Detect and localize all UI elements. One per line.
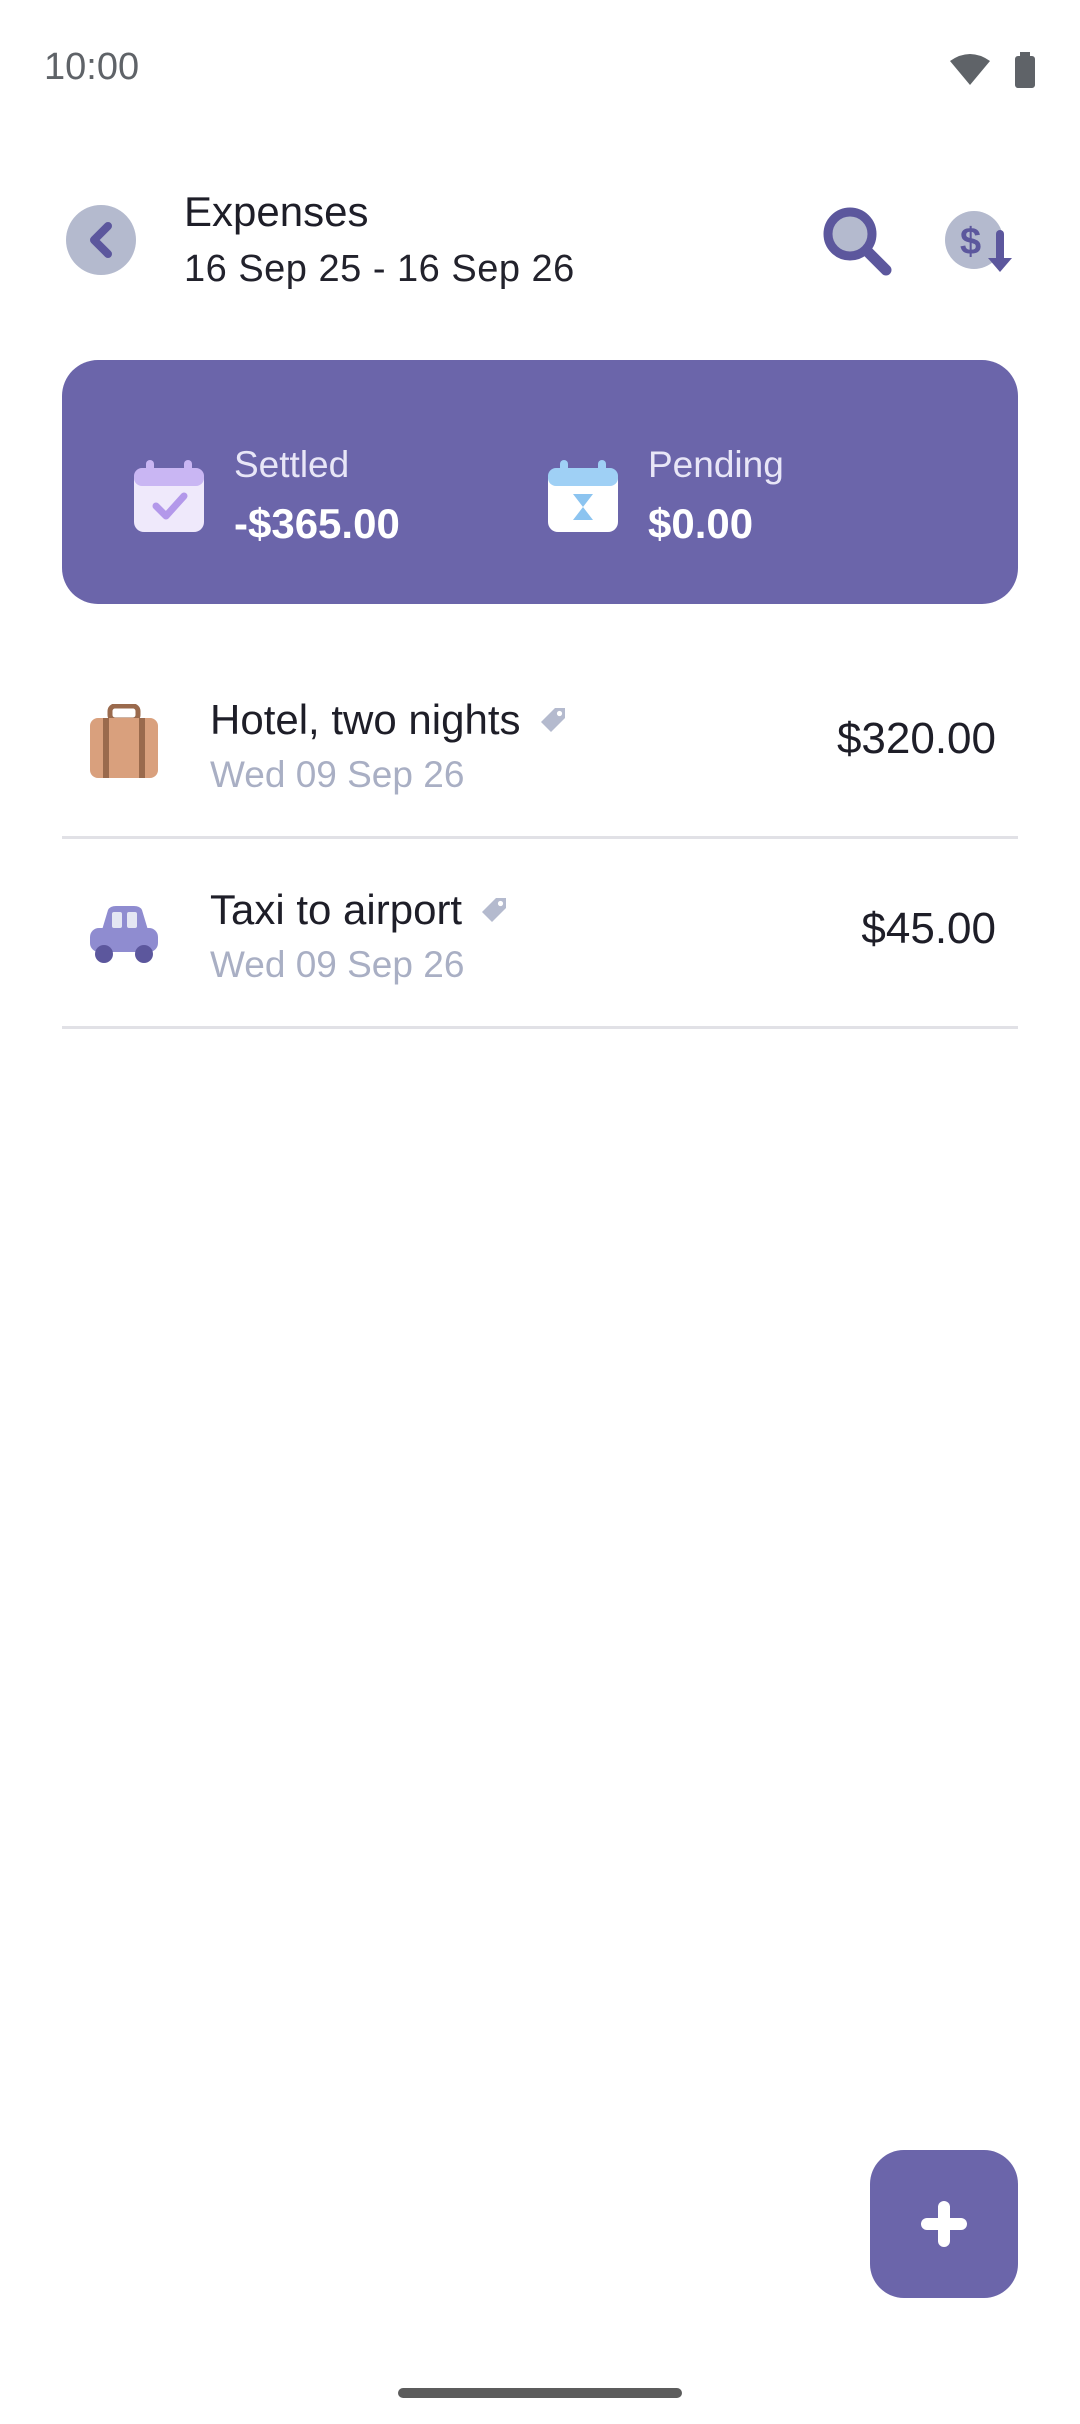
add-expense-button[interactable] xyxy=(870,2150,1018,2298)
expense-row-taxi[interactable]: Taxi to airport Wed 09 Sep 26 $45.00 xyxy=(62,836,1018,1029)
expense-date: Wed 09 Sep 26 xyxy=(210,944,465,985)
status-icons xyxy=(948,52,1036,88)
settled-label: Settled xyxy=(234,444,350,485)
status-time: 10:00 xyxy=(44,46,140,88)
home-indicator[interactable] xyxy=(398,2388,682,2398)
tag-icon xyxy=(482,898,507,922)
dollar-download-icon: $ xyxy=(945,211,1012,272)
pending-label: Pending xyxy=(648,444,784,485)
export-button[interactable]: $ xyxy=(944,208,1020,284)
chevron-left-icon xyxy=(90,222,112,258)
expense-date: Wed 09 Sep 26 xyxy=(210,754,465,795)
pending-value: $0.00 xyxy=(648,500,754,547)
back-button[interactable] xyxy=(66,205,136,275)
summary-card: Settled -$365.00 Pending $0.00 xyxy=(62,360,1018,604)
tag-icon xyxy=(540,708,565,732)
expense-amount: $320.00 xyxy=(836,714,996,763)
expense-name: Hotel, two nights xyxy=(210,696,569,744)
settled-value: -$365.00 xyxy=(234,500,400,547)
suitcase-icon xyxy=(90,704,158,778)
expense-amount: $45.00 xyxy=(861,904,996,953)
expense-row-hotel[interactable]: Hotel, two nights Wed 09 Sep 26 $320.00 xyxy=(62,646,1018,839)
calendar-hourglass-icon xyxy=(548,460,618,532)
wifi-icon xyxy=(950,54,990,85)
expense-name: Taxi to airport xyxy=(210,886,510,934)
settled-summary[interactable]: Settled -$365.00 xyxy=(132,444,400,548)
car-icon xyxy=(90,906,158,963)
page-title: Expenses xyxy=(184,188,369,235)
expense-name-text: Hotel, two nights xyxy=(210,696,521,743)
search-icon xyxy=(823,207,892,276)
date-range[interactable]: 16 Sep 25 - 16 Sep 26 xyxy=(184,248,575,291)
battery-icon xyxy=(1015,52,1035,88)
pending-summary[interactable]: Pending $0.00 xyxy=(546,444,784,548)
search-button[interactable] xyxy=(820,204,896,280)
calendar-check-icon xyxy=(134,460,204,532)
svg-text:$: $ xyxy=(960,221,981,263)
plus-icon xyxy=(921,2201,967,2247)
expense-name-text: Taxi to airport xyxy=(210,886,463,933)
